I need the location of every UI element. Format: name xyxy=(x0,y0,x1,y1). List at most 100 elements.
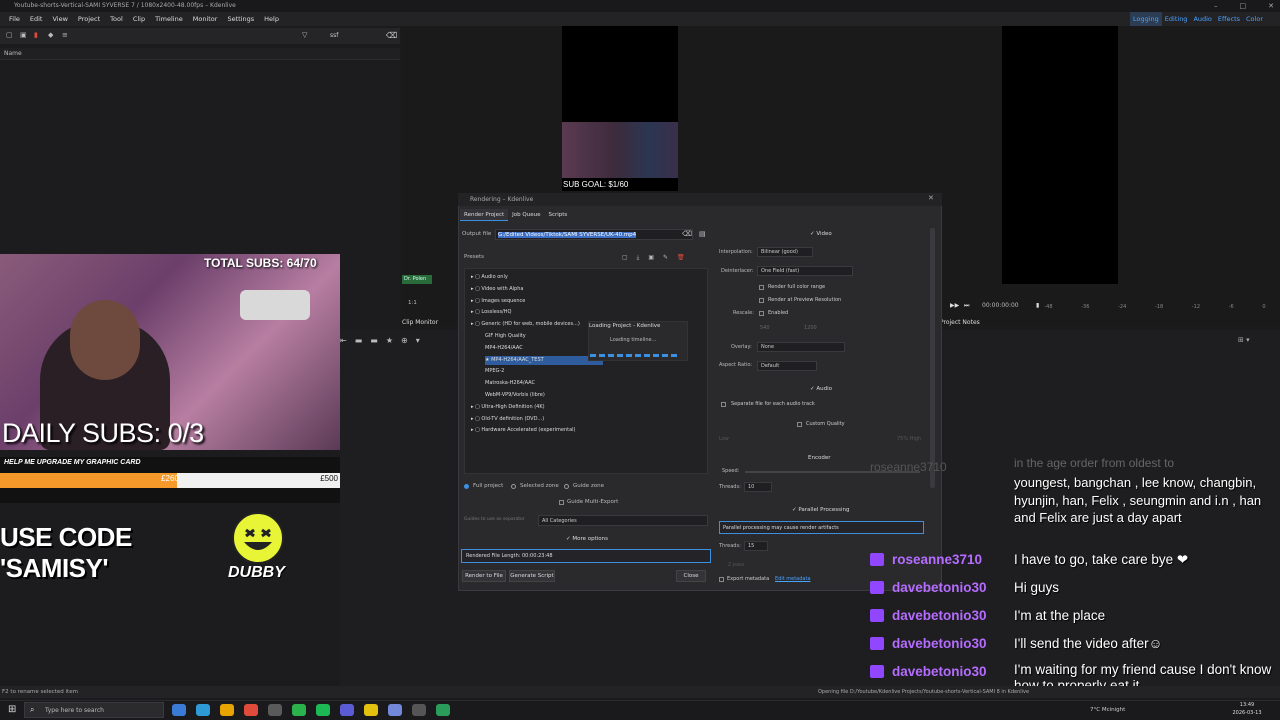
render-to-file-button[interactable]: Render to File xyxy=(462,570,506,582)
clear-output-icon[interactable]: ⌫ xyxy=(682,230,692,239)
taskbar-app-icon[interactable] xyxy=(268,704,282,716)
overlay-select[interactable]: None xyxy=(757,342,845,352)
rescale-height[interactable]: 1200 xyxy=(804,325,824,333)
tab-audio[interactable]: Audio xyxy=(1190,12,1214,26)
preset-item[interactable]: MPEG-2 xyxy=(485,367,603,376)
tab-scripts[interactable]: Scripts xyxy=(544,209,571,221)
browse-folder-icon[interactable]: ▤ xyxy=(699,230,708,239)
encoder-section[interactable]: Encoder xyxy=(808,455,848,463)
add-clip-icon[interactable]: ▣ xyxy=(20,31,28,39)
tab-editing[interactable]: Editing xyxy=(1162,12,1191,26)
dropdown-icon[interactable]: ▾ xyxy=(416,336,420,350)
clock[interactable]: 13:49 2026-03-13 xyxy=(1222,701,1272,719)
spacer-icon[interactable]: ▬ xyxy=(355,336,363,350)
menu-clip[interactable]: Clip xyxy=(128,12,150,26)
tab-job-queue[interactable]: Job Queue xyxy=(508,209,544,221)
preset-item[interactable]: ▸ ▢ Ultra-High Definition (4K) xyxy=(471,403,701,412)
menu-monitor[interactable]: Monitor xyxy=(188,12,223,26)
tag-icon[interactable]: ◆ xyxy=(48,31,56,39)
taskbar-app-icon[interactable] xyxy=(172,704,186,716)
taskbar-app-icon[interactable] xyxy=(412,704,426,716)
play-icon[interactable]: ▶▶ xyxy=(950,298,959,314)
full-color-range-checkbox[interactable] xyxy=(759,285,764,290)
delete-preset-icon[interactable]: 🗑 xyxy=(677,254,685,263)
weather-text[interactable]: 7°C Mcinight xyxy=(1090,707,1125,713)
step-icon[interactable]: ⏭ xyxy=(964,298,969,314)
timecode[interactable]: 00:00:00:00 xyxy=(982,298,1019,314)
taskbar-search[interactable]: Type here to search xyxy=(24,702,164,718)
preset-item[interactable]: MP4-H264/AAC xyxy=(485,344,603,353)
tab-logging[interactable]: Logging xyxy=(1130,12,1162,26)
edit-mode-icon[interactable]: ⇤ xyxy=(340,336,347,350)
ripple-icon[interactable]: ⊕ xyxy=(401,336,408,350)
taskbar-app-icon[interactable] xyxy=(388,704,402,716)
save-preset-icon[interactable]: ▣ xyxy=(648,254,654,263)
taskbar-app-icon[interactable] xyxy=(292,704,306,716)
close-button[interactable]: ✕ xyxy=(1268,0,1274,12)
interpolation-select[interactable]: Bilinear (good) xyxy=(757,247,813,257)
filter-icon[interactable]: ▽ xyxy=(302,31,310,39)
guide-category-select[interactable]: All Categories xyxy=(538,515,708,526)
preset-item[interactable]: GIF High Quality xyxy=(485,332,603,341)
guide-multi-export-checkbox[interactable] xyxy=(559,500,564,505)
taskbar-app-icon[interactable] xyxy=(436,704,450,716)
preset-tree[interactable]: ▸ ▢ Audio only ▸ ▢ Video with Alpha ▸ ▢ Im… xyxy=(464,268,708,474)
menu-edit[interactable]: Edit xyxy=(25,12,48,26)
taskbar-app-icon[interactable] xyxy=(316,704,330,716)
edit-preset-icon[interactable]: ✎ xyxy=(663,254,668,263)
taskbar-app-icon[interactable] xyxy=(364,704,378,716)
menu-settings[interactable]: Settings xyxy=(222,12,259,26)
menu-help[interactable]: Help xyxy=(259,12,284,26)
download-preset-icon[interactable]: ⤓ xyxy=(637,254,640,263)
custom-quality-checkbox[interactable] xyxy=(797,422,802,427)
preview-res-checkbox[interactable] xyxy=(759,298,764,303)
bin-column-name[interactable]: Name xyxy=(0,48,400,60)
output-file-input[interactable]: G:/Edited Videos/Tiktok/SAMI SYVERSE/UK-… xyxy=(495,229,693,240)
close-dialog-button[interactable]: Close xyxy=(676,570,706,582)
menu-timeline[interactable]: Timeline xyxy=(150,12,188,26)
menu-view[interactable]: View xyxy=(47,12,72,26)
threads-spinbox[interactable]: 10 xyxy=(744,482,772,492)
taskbar-app-icon[interactable] xyxy=(244,704,258,716)
export-metadata-checkbox[interactable] xyxy=(719,577,724,582)
separate-audio-checkbox[interactable] xyxy=(721,402,726,407)
settings-scrollbar[interactable] xyxy=(930,228,935,488)
preset-item[interactable]: ▸ ▢ Audio only xyxy=(471,273,701,282)
preset-item[interactable]: WebM-VP9/Vorbis (libre) xyxy=(485,391,603,400)
preset-item[interactable]: ▸ ▢ Lossless/HQ xyxy=(471,308,701,317)
guide-zone-radio[interactable] xyxy=(564,484,569,489)
menu-tool[interactable]: Tool xyxy=(105,12,128,26)
taskbar-app-icon[interactable] xyxy=(340,704,354,716)
preset-item[interactable]: ▸ ▢ Images sequence xyxy=(471,297,701,306)
generate-script-button[interactable]: Generate Script xyxy=(509,570,555,582)
tab-project-notes[interactable]: Project Notes xyxy=(940,318,1060,328)
aspect-ratio-select[interactable]: Default xyxy=(757,361,817,371)
tab-effects[interactable]: Effects xyxy=(1215,12,1243,26)
star-icon[interactable]: ★ xyxy=(386,336,393,350)
threads2-spinbox[interactable]: 15 xyxy=(744,541,768,551)
layout-icons[interactable]: ⊞ ▾ xyxy=(1238,336,1278,346)
new-preset-icon[interactable]: ▢ xyxy=(622,254,628,263)
dialog-close-icon[interactable]: ✕ xyxy=(928,194,938,205)
preset-item[interactable]: ▸ ▢ Video with Alpha xyxy=(471,285,701,294)
delete-icon[interactable]: ▮ xyxy=(34,31,42,39)
tab-render-project[interactable]: Render Project xyxy=(460,209,509,221)
full-project-radio[interactable] xyxy=(464,484,469,489)
preset-item[interactable]: ▸ ▢ Hardware Accelerated (experimental) xyxy=(471,426,701,435)
tab-color[interactable]: Color xyxy=(1243,12,1266,26)
preset-item[interactable]: ▸ ▢ Old-TV definition (DVD...) xyxy=(471,415,701,424)
rescale-checkbox[interactable] xyxy=(759,311,764,316)
more-options-toggle[interactable]: ✓ More options xyxy=(566,536,626,545)
windows-start-icon[interactable]: ⊞ xyxy=(8,704,20,716)
menu-icon[interactable]: ≡ xyxy=(62,31,70,39)
rescale-width[interactable]: 540 xyxy=(760,325,780,333)
clear-search-icon[interactable]: ⌫ xyxy=(386,31,397,41)
selected-zone-radio[interactable] xyxy=(511,484,516,489)
taskbar-app-icon[interactable] xyxy=(196,704,210,716)
menu-project[interactable]: Project xyxy=(73,12,105,26)
taskbar-app-icon[interactable] xyxy=(220,704,234,716)
folder-icon[interactable]: ▢ xyxy=(6,31,14,39)
menu-file[interactable]: File xyxy=(4,12,25,26)
preset-item[interactable]: ★ MP4-H264/AAC_TEST xyxy=(485,355,603,365)
maximize-button[interactable]: □ xyxy=(1240,0,1247,12)
